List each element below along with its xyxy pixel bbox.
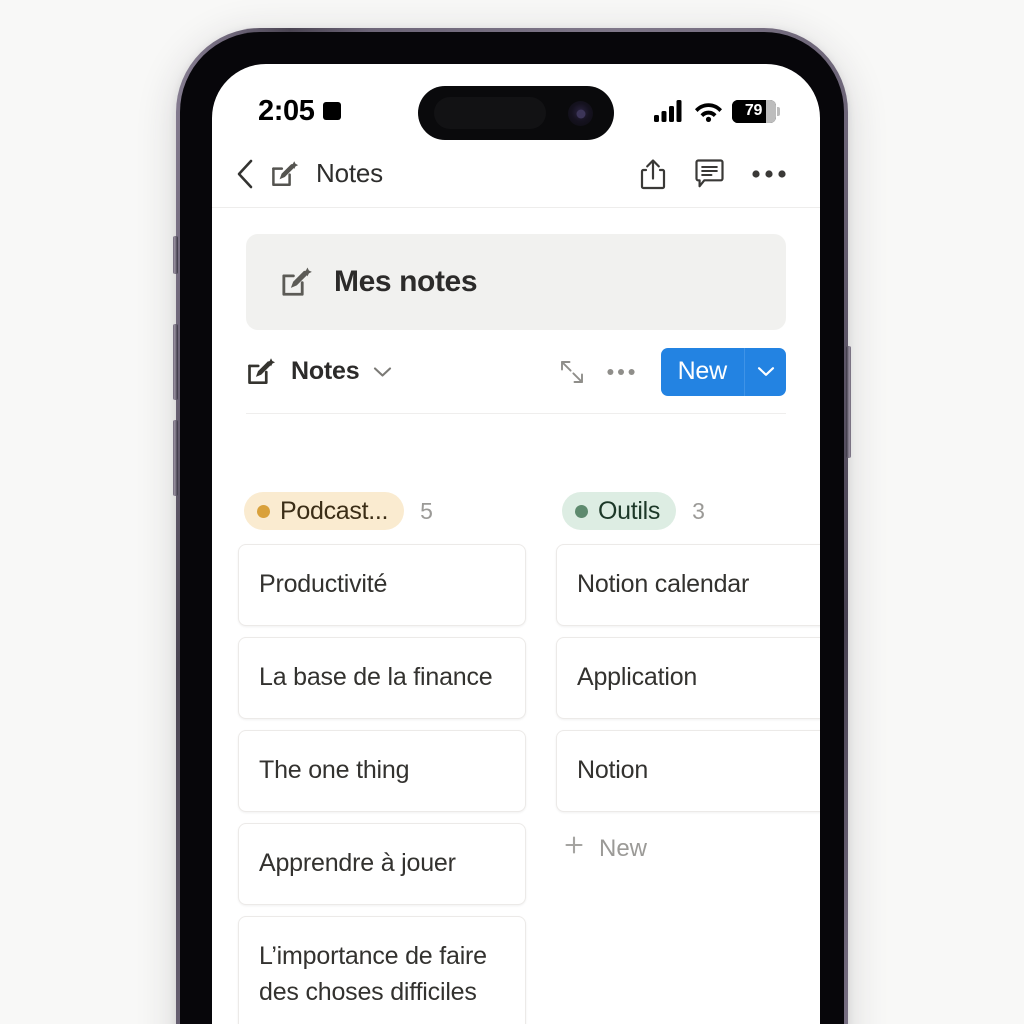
comment-icon[interactable]	[694, 158, 725, 189]
status-time-group: 2:05	[258, 94, 342, 128]
battery-body: 79	[731, 99, 776, 123]
column-tag[interactable]: Podcast...	[244, 492, 405, 530]
page-header-card[interactable]: Mes notes	[246, 234, 786, 330]
column-new-row-button[interactable]: New	[556, 823, 820, 874]
status-indicators: 79	[653, 99, 780, 123]
battery-tip	[777, 106, 780, 116]
column-count: 5	[420, 497, 433, 524]
board-card[interactable]: The one thing	[238, 730, 526, 812]
dynamic-island[interactable]	[418, 86, 614, 140]
note-edit-icon	[280, 265, 314, 299]
view-tab-notes[interactable]: Notes	[246, 356, 559, 387]
cellular-bars-icon	[653, 100, 685, 122]
more-horizontal-icon[interactable]	[752, 169, 786, 179]
board-card[interactable]: Notion	[556, 730, 820, 812]
database-toolbar: Notes New	[246, 330, 786, 414]
board-column: Outils 3 Notion calendar Application Notion N…	[556, 492, 820, 1024]
volume-up-button[interactable]	[173, 324, 178, 400]
power-button[interactable]	[846, 346, 851, 458]
nav-left-group: Notes	[236, 158, 639, 189]
board-card[interactable]: L’importance de faire des choses diffici…	[238, 916, 526, 1024]
battery-indicator: 79	[731, 99, 780, 123]
nav-right-group	[639, 158, 786, 190]
column-count: 3	[692, 497, 705, 524]
view-tab-label: Notes	[291, 357, 360, 385]
status-time-text: 2:05	[258, 94, 315, 127]
phone-screen: 2:05 79 Notes Mes notes Notes New Podcas…	[212, 64, 820, 1024]
page-title: Mes notes	[334, 265, 478, 298]
volume-down-button[interactable]	[173, 420, 178, 496]
board-column: Podcast... 5 Productivité La base de la fin…	[238, 492, 526, 1024]
tag-color-dot	[257, 504, 270, 518]
toolbar-actions: New	[559, 347, 786, 396]
camera-lens-inner	[576, 109, 585, 118]
new-dropdown-button[interactable]	[744, 347, 786, 396]
board-card[interactable]: Productivité	[238, 544, 526, 626]
nav-title: Notes	[316, 158, 383, 188]
recording-square-icon	[323, 102, 342, 120]
battery-percent-text: 79	[744, 102, 763, 119]
column-tag-label: Podcast...	[280, 496, 389, 525]
tag-color-dot	[575, 504, 588, 518]
front-camera-icon	[568, 101, 593, 126]
board-view: Podcast... 5 Productivité La base de la fin…	[212, 414, 820, 1024]
note-edit-icon[interactable]	[270, 159, 300, 189]
phone-bezel: 2:05 79 Notes Mes notes Notes New Podcas…	[180, 32, 844, 1024]
column-tag-label: Outils	[598, 496, 661, 525]
column-new-label: New	[599, 834, 648, 862]
new-button[interactable]: New	[660, 347, 744, 396]
board-card[interactable]: Application	[556, 637, 820, 719]
page-body: Mes notes Notes New Podcast... 5 Product…	[212, 234, 820, 1024]
expand-diagonal-icon[interactable]	[559, 359, 585, 385]
share-icon[interactable]	[639, 158, 667, 190]
silent-switch-button[interactable]	[173, 236, 178, 274]
more-horizontal-icon[interactable]	[606, 368, 635, 376]
chevron-down-icon[interactable]	[373, 366, 392, 378]
battery-empty-portion	[766, 99, 776, 123]
plus-icon	[562, 833, 586, 864]
note-edit-icon	[246, 356, 277, 387]
speaker-grille	[434, 97, 546, 129]
new-button-group: New	[660, 347, 786, 396]
app-nav-bar: Notes	[212, 140, 820, 208]
board-card[interactable]: La base de la finance	[238, 637, 526, 719]
board-card[interactable]: Notion calendar	[556, 544, 820, 626]
column-tag[interactable]: Outils	[562, 492, 677, 530]
column-header[interactable]: Podcast... 5	[238, 492, 526, 530]
board-card[interactable]: Apprendre à jouer	[238, 823, 526, 905]
wifi-icon	[694, 100, 723, 122]
column-header[interactable]: Outils 3	[556, 492, 820, 530]
chevron-left-icon[interactable]	[236, 159, 254, 189]
phone-frame: 2:05 79 Notes Mes notes Notes New Podcas…	[173, 28, 851, 1024]
